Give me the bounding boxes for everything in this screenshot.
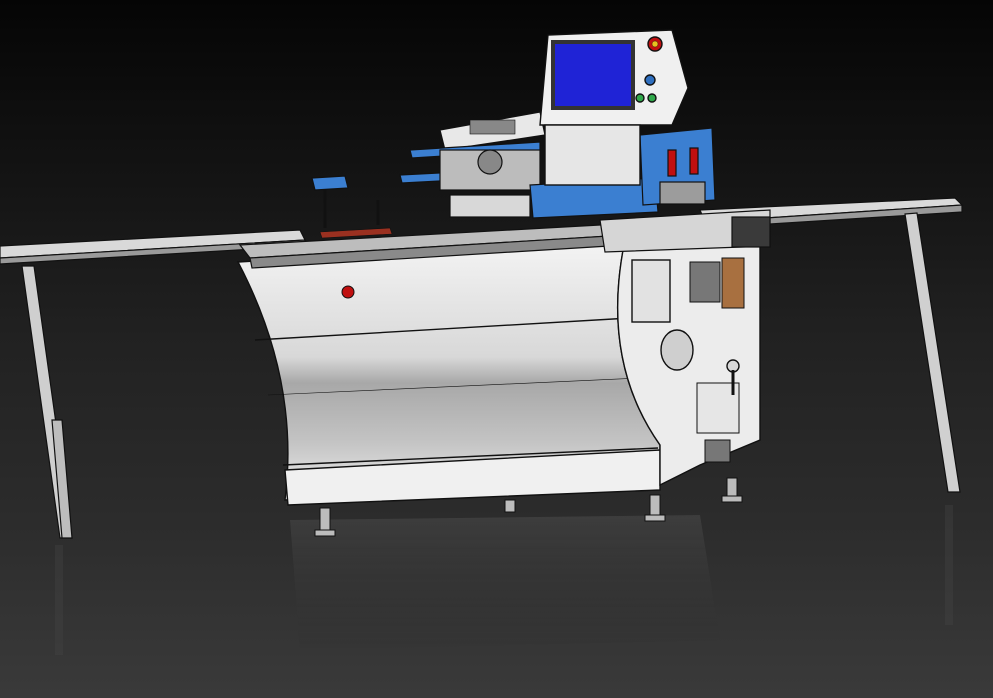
green-start-button (635, 93, 645, 103)
machine-body (236, 234, 761, 506)
machine-illustration (0, 0, 993, 698)
control-panel-screen (551, 40, 635, 110)
front-knob (341, 285, 355, 299)
machine-render-scene (0, 0, 993, 698)
